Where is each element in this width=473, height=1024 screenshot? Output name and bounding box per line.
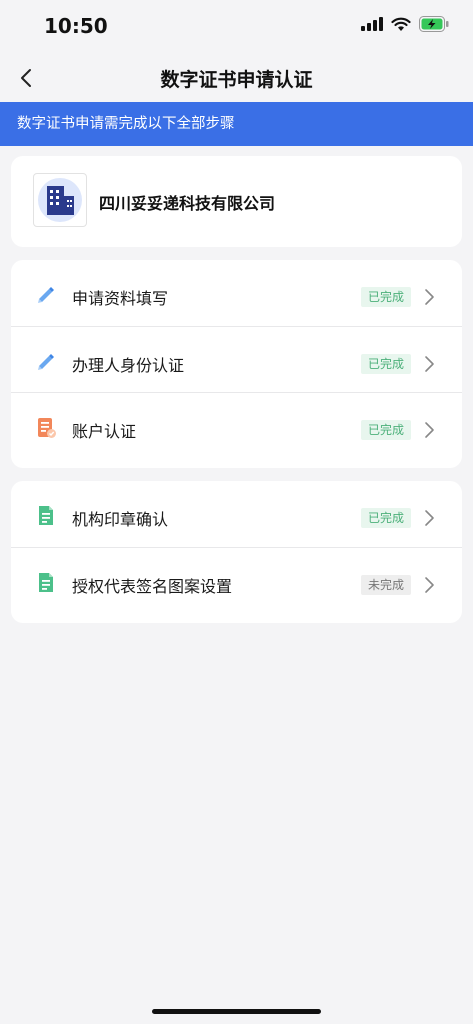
company-logo — [33, 173, 87, 227]
step-signature-pattern-setup[interactable]: 授权代表签名图案设置 未完成 — [11, 547, 462, 613]
notice-banner: 数字证书申请需完成以下全部步骤 — [0, 102, 473, 146]
pencil-icon — [38, 354, 54, 370]
step-application-info[interactable]: 申请资料填写 已完成 — [11, 260, 462, 326]
chevron-right-icon — [425, 289, 434, 305]
status-badge: 已完成 — [361, 287, 411, 307]
step-label: 申请资料填写 — [72, 289, 169, 308]
status-badge: 已完成 — [361, 420, 411, 440]
page-title: 数字证书申请认证 — [160, 69, 313, 91]
status-icons — [361, 16, 449, 32]
company-name: 四川妥妥递科技有限公司 — [99, 194, 276, 213]
document-icon — [39, 573, 53, 592]
status-badge: 已完成 — [361, 508, 411, 528]
chevron-right-icon — [425, 510, 434, 526]
steps-group-1: 申请资料填写 已完成 办理人身份认证 已完成 账户认证 已完成 — [11, 260, 462, 468]
building-icon — [38, 178, 82, 222]
cellular-signal-icon — [361, 17, 383, 31]
steps-group-2: 机构印章确认 已完成 授权代表签名图案设置 未完成 — [11, 481, 462, 623]
company-card: 四川妥妥递科技有限公司 — [11, 156, 462, 247]
status-badge: 未完成 — [361, 575, 411, 595]
step-seal-confirmation[interactable]: 机构印章确认 已完成 — [11, 481, 462, 547]
status-badge: 已完成 — [361, 354, 411, 374]
step-account-verification[interactable]: 账户认证 已完成 — [11, 392, 462, 458]
step-label: 账户认证 — [72, 422, 137, 441]
chevron-right-icon — [425, 422, 434, 438]
step-label: 授权代表签名图案设置 — [72, 577, 233, 596]
step-handler-identity[interactable]: 办理人身份认证 已完成 — [11, 326, 462, 392]
step-label: 办理人身份认证 — [72, 356, 185, 375]
navigation-bar: 数字证书申请认证 — [0, 54, 473, 102]
document-check-icon — [38, 418, 56, 438]
status-time: 10:50 — [44, 14, 108, 38]
chevron-right-icon — [425, 577, 434, 593]
pencil-icon — [38, 287, 54, 303]
step-label: 机构印章确认 — [72, 510, 169, 529]
home-indicator[interactable] — [152, 1009, 321, 1014]
battery-charging-icon — [419, 16, 449, 32]
status-bar: 10:50 — [0, 0, 473, 54]
chevron-right-icon — [425, 356, 434, 372]
wifi-icon — [391, 17, 411, 31]
document-icon — [39, 506, 53, 525]
